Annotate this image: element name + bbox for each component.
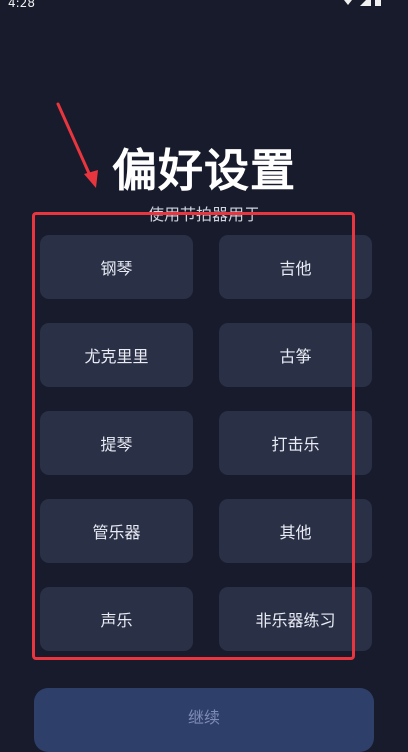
- option-guitar-button[interactable]: 吉他: [219, 235, 372, 299]
- option-other-button[interactable]: 其他: [219, 499, 372, 563]
- signal-icon: [360, 0, 371, 6]
- battery-icon: [375, 0, 381, 6]
- wifi-icon: [344, 0, 352, 5]
- option-non-instrument-practice-button[interactable]: 非乐器练习: [219, 587, 372, 651]
- option-vocal-button[interactable]: 声乐: [40, 587, 193, 651]
- status-bar: 4:28: [0, 0, 408, 14]
- page-title: 偏好设置: [111, 144, 296, 197]
- continue-button[interactable]: 继续: [34, 688, 374, 752]
- option-guzheng-button[interactable]: 古筝: [219, 323, 372, 387]
- instrument-options-grid: 钢琴 吉他 尤克里里 古筝 提琴 打击乐 管乐器 其他 声乐 非乐器练习: [40, 235, 372, 651]
- option-percussion-button[interactable]: 打击乐: [219, 411, 372, 475]
- status-icons: [340, 0, 382, 7]
- option-violin-button[interactable]: 提琴: [40, 411, 193, 475]
- option-ukulele-button[interactable]: 尤克里里: [40, 323, 193, 387]
- option-piano-button[interactable]: 钢琴: [40, 235, 193, 299]
- status-time: 4:28: [8, 0, 35, 10]
- page-subtitle: 使用节拍器用于: [147, 205, 260, 224]
- option-wind-instruments-button[interactable]: 管乐器: [40, 499, 193, 563]
